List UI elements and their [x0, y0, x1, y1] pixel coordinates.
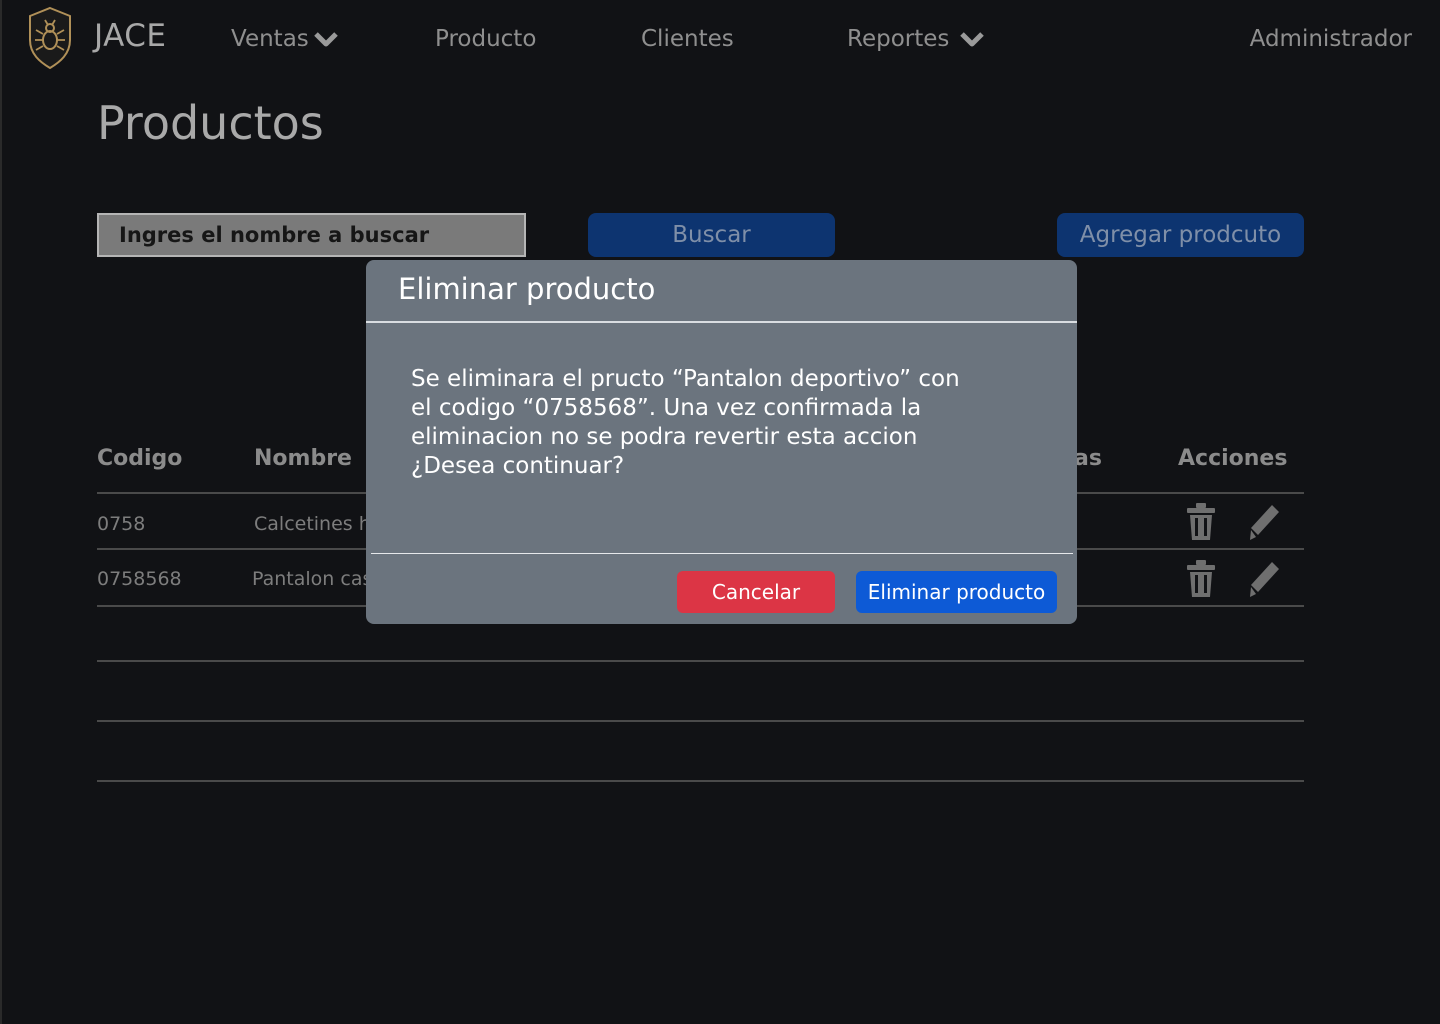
nav-clientes-label: Clientes [641, 26, 734, 52]
chevron-down-icon [314, 32, 338, 47]
modal-message: Se eliminara el pructo “Pantalon deporti… [411, 366, 960, 479]
user-menu[interactable]: Administrador [1250, 26, 1412, 52]
column-header-name: Nombre [254, 446, 352, 471]
nav-clientes[interactable]: Clientes [641, 26, 734, 52]
modal-header-divider [366, 321, 1077, 323]
bug-shield-logo-icon[interactable] [26, 6, 74, 70]
column-header-code: Codigo [97, 446, 183, 471]
trash-icon[interactable] [1185, 559, 1217, 599]
chevron-down-icon [960, 32, 985, 47]
column-header-actions: Acciones [1178, 446, 1288, 471]
modal-title: Eliminar producto [398, 272, 656, 306]
row-divider [97, 780, 1304, 782]
modal-footer-divider [371, 553, 1073, 554]
add-product-button[interactable]: Agregar prodcuto [1057, 213, 1304, 257]
confirm-delete-button[interactable]: Eliminar producto [856, 571, 1057, 613]
app-window: JACE Ventas Producto Clientes Reportes A… [0, 0, 1440, 1024]
row-divider [97, 720, 1304, 722]
nav-producto-label: Producto [435, 26, 537, 52]
cell-code: 0758 [97, 513, 146, 535]
row-divider [97, 660, 1304, 662]
nav-reportes[interactable]: Reportes [847, 26, 985, 52]
page-title: Productos [97, 96, 324, 150]
cancel-button[interactable]: Cancelar [677, 571, 835, 613]
nav-producto[interactable]: Producto [435, 26, 536, 52]
cell-code: 0758568 [97, 568, 182, 590]
nav-ventas-label: Ventas [231, 26, 309, 52]
nav-reportes-label: Reportes [847, 26, 950, 52]
pencil-icon[interactable] [1248, 559, 1280, 599]
brand-name[interactable]: JACE [94, 18, 167, 54]
search-button[interactable]: Buscar [588, 213, 835, 257]
search-input[interactable]: Ingres el nombre a buscar [97, 213, 526, 257]
nav-ventas[interactable]: Ventas [231, 26, 339, 52]
delete-product-modal: Eliminar producto Se eliminara el pructo… [366, 260, 1077, 624]
cell-name: Pantalon cas [252, 568, 373, 590]
pencil-icon[interactable] [1248, 502, 1280, 542]
cell-name: Calcetines h [254, 513, 371, 535]
trash-icon[interactable] [1185, 502, 1217, 542]
column-header-partial: as [1074, 446, 1102, 471]
